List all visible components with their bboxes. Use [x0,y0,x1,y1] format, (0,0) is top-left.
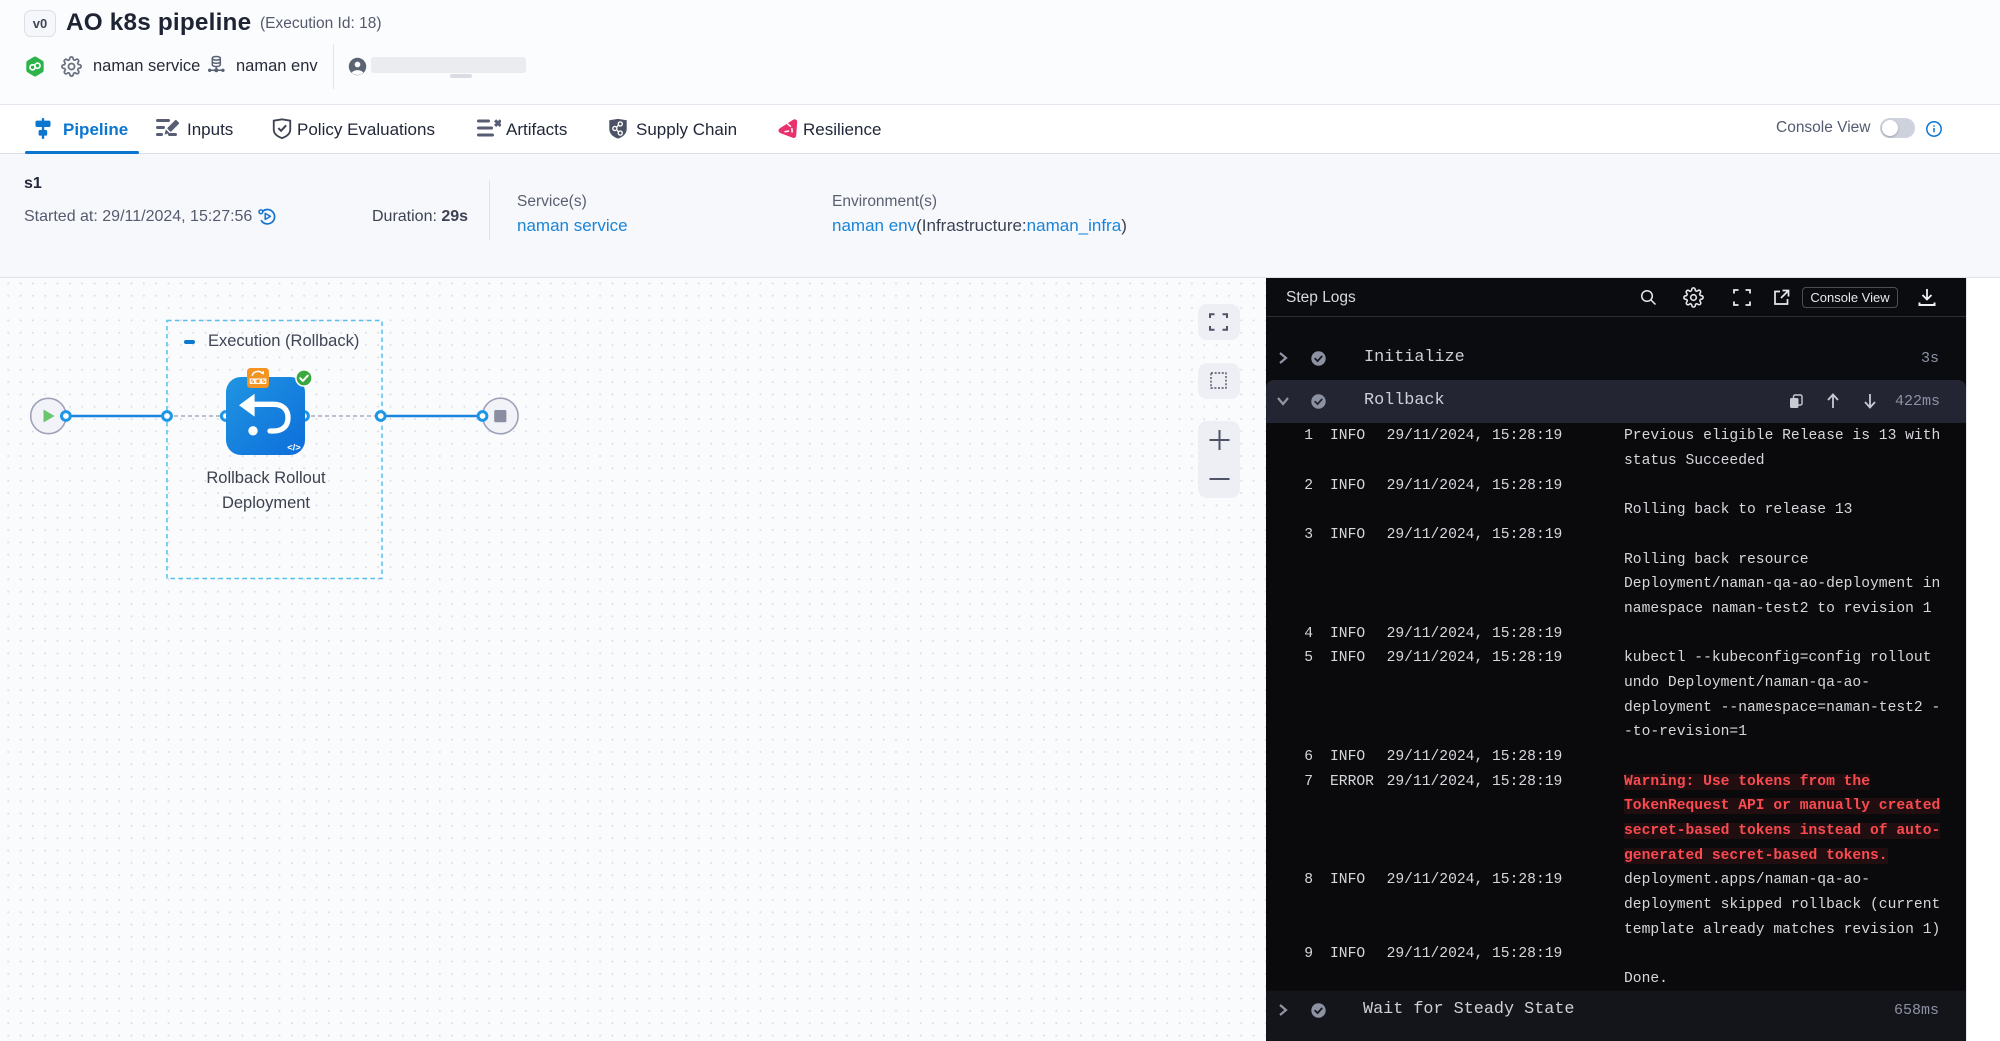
svg-text:</>: </> [287,443,301,454]
